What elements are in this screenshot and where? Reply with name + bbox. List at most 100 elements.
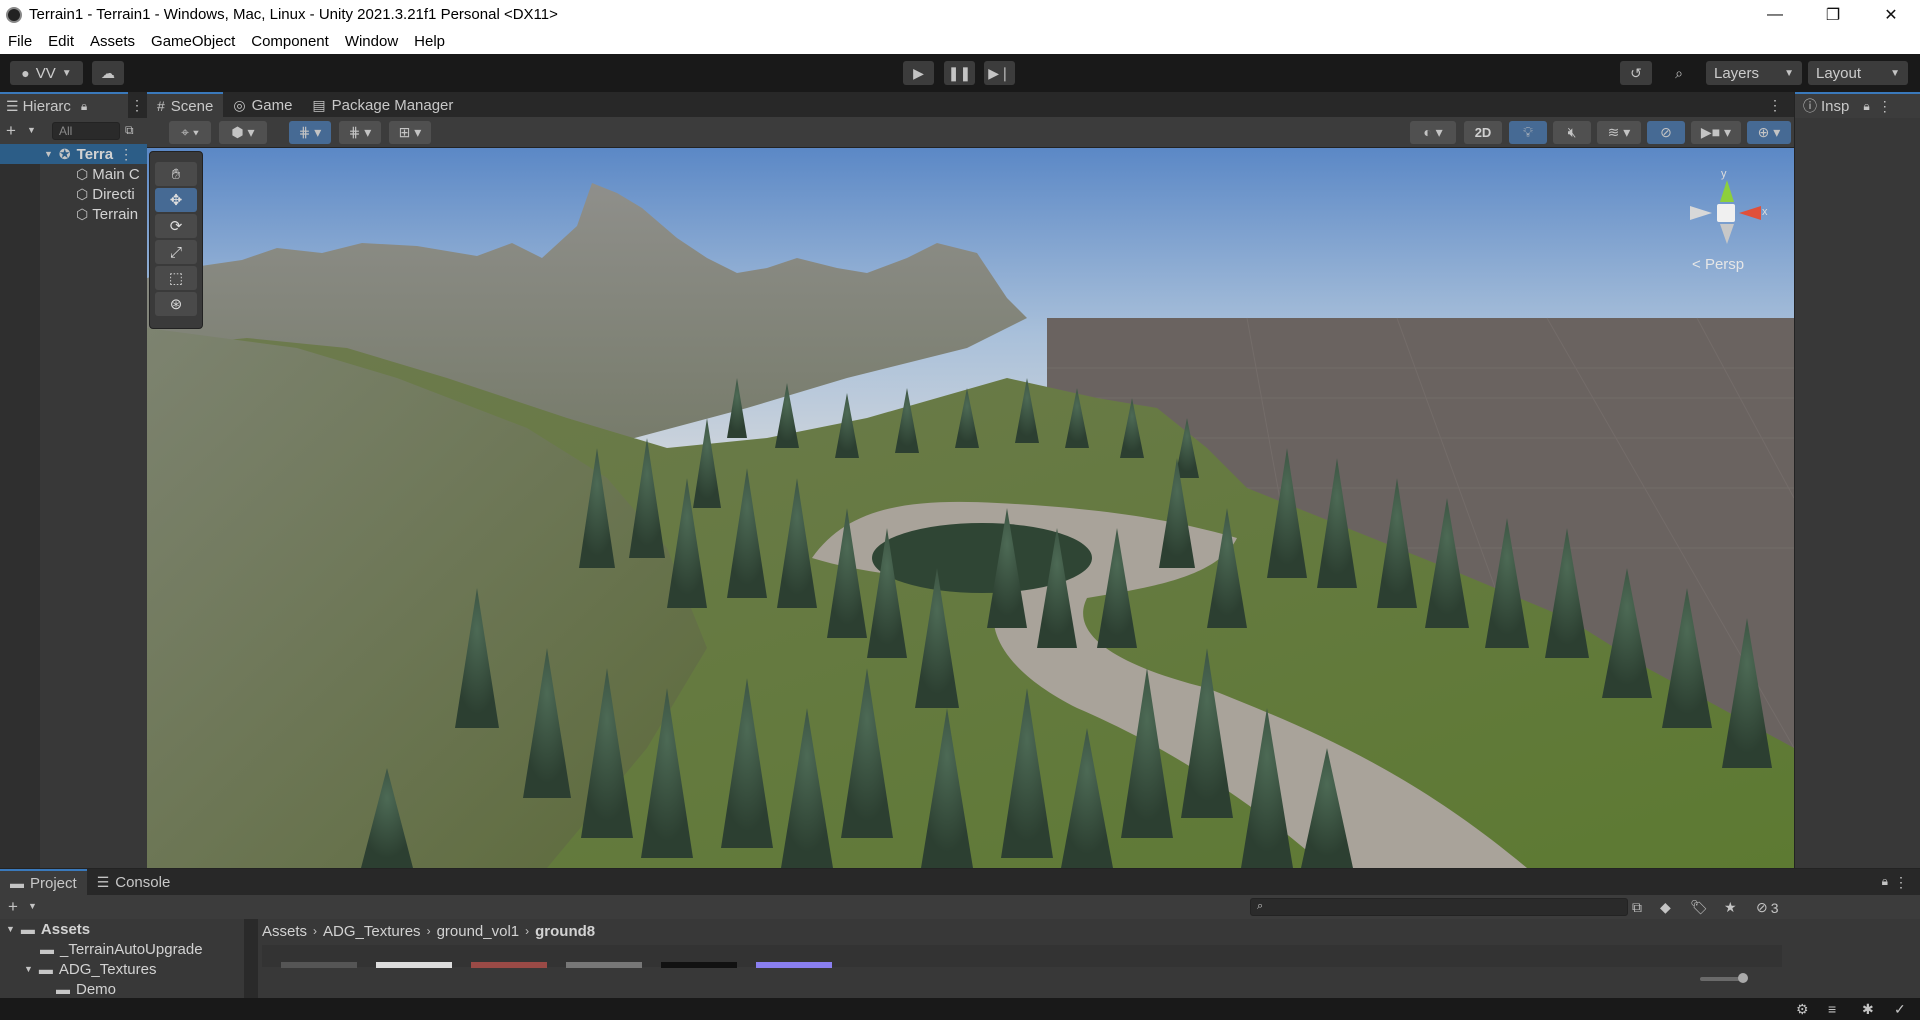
add-icon[interactable]: + xyxy=(6,121,16,141)
tree-item[interactable]: ▼ ▬ ADG_Textures xyxy=(24,959,156,979)
gizmo-center-cube-icon[interactable] xyxy=(1717,204,1735,222)
lock-icon[interactable]: 🔒︎ xyxy=(81,99,87,114)
gizmo-projection-label[interactable]: < Persp xyxy=(1692,256,1744,273)
more-options-icon[interactable]: ⋮ xyxy=(1894,874,1908,891)
asset-thumbnail[interactable] xyxy=(376,962,452,968)
auto-generate-lighting-icon[interactable]: ✱ xyxy=(1862,1001,1874,1018)
asset-thumbnail[interactable] xyxy=(661,962,737,968)
layout-dropdown[interactable]: Layout ▼ xyxy=(1808,61,1908,85)
play-button[interactable]: ▶ xyxy=(903,61,934,85)
breadcrumb-item[interactable]: Assets xyxy=(262,923,307,940)
check-icon[interactable]: ✓ xyxy=(1894,1001,1906,1018)
overlay-drag-handle[interactable] xyxy=(155,154,197,160)
maximize-button[interactable]: ❐ xyxy=(1804,0,1862,29)
camera-dropdown[interactable]: ▶■ ▾ xyxy=(1691,121,1741,144)
menu-component[interactable]: Component xyxy=(243,33,337,50)
minimize-button[interactable]: — xyxy=(1746,0,1804,29)
type-filter-icon[interactable]: ◆ xyxy=(1660,899,1671,916)
tab-hierarchy[interactable]: ☰ Hierarc 🔒︎ xyxy=(0,92,128,118)
account-dropdown[interactable]: ● VV ▼ xyxy=(10,61,83,85)
orientation-gizmo[interactable]: y x < Persp xyxy=(1682,166,1772,273)
hand-tool-button[interactable]: ✋︎ xyxy=(155,162,197,186)
tab-inspector[interactable]: ⓘ Insp 🔒︎ ⋮ xyxy=(1795,92,1920,118)
label-filter-icon[interactable]: 🏷︎ xyxy=(1690,899,1708,916)
effects-dropdown[interactable]: ≋ ▾ xyxy=(1597,121,1641,144)
hierarchy-search-input[interactable]: All xyxy=(52,122,120,140)
asset-thumbnail[interactable] xyxy=(566,962,642,968)
lock-icon[interactable]: 🔒︎ xyxy=(1882,874,1888,889)
close-button[interactable]: ✕ xyxy=(1862,0,1920,29)
menu-file[interactable]: File xyxy=(0,33,40,50)
chevron-down-icon[interactable]: ▼ xyxy=(27,125,36,135)
tab-package-manager[interactable]: ▤ Package Manager xyxy=(302,92,463,118)
scale-tool-button[interactable]: ⤢ xyxy=(155,240,197,264)
menu-edit[interactable]: Edit xyxy=(40,33,82,50)
search-filter-icon[interactable]: ⧉ xyxy=(1632,899,1642,916)
thumbnail-size-slider[interactable] xyxy=(1700,977,1740,981)
favorite-icon[interactable]: ★ xyxy=(1724,899,1737,916)
hidden-packages-icon[interactable]: ⊘ 3 xyxy=(1756,899,1779,916)
breadcrumb-item[interactable]: ADG_Textures xyxy=(323,923,421,940)
menu-assets[interactable]: Assets xyxy=(82,33,143,50)
tab-console[interactable]: ☰ Console xyxy=(87,869,181,895)
breadcrumb-item[interactable]: ground8 xyxy=(535,923,595,940)
tree-item[interactable]: ▬ _TerrainAutoUpgrade xyxy=(40,939,203,959)
more-options-icon[interactable]: ⋮ xyxy=(119,146,133,163)
menu-window[interactable]: Window xyxy=(337,33,406,50)
tree-item[interactable]: ▬ Demo xyxy=(56,979,116,999)
list-item[interactable]: ⬡ Terrain xyxy=(76,204,147,224)
tree-item[interactable]: ▼ ▬ Assets xyxy=(6,919,90,939)
lighting-toggle[interactable]: 💡︎ xyxy=(1509,121,1547,144)
tab-project[interactable]: ▬ Project xyxy=(0,869,87,895)
gizmo-neg-x-icon[interactable] xyxy=(1690,206,1712,220)
search-button[interactable]: ⌕ xyxy=(1664,61,1694,85)
gizmos-dropdown[interactable]: ⊕ ▾ xyxy=(1747,121,1791,144)
layers-dropdown[interactable]: Layers ▼ xyxy=(1706,61,1802,85)
gizmo-y-axis-icon[interactable] xyxy=(1720,180,1734,202)
cloud-button[interactable]: ☁ xyxy=(92,61,124,85)
slider-handle[interactable] xyxy=(1738,973,1748,983)
tree-scrollbar[interactable] xyxy=(244,919,258,999)
chevron-down-icon[interactable]: ▼ xyxy=(28,901,37,911)
filter-icon[interactable]: ⧉ xyxy=(125,123,134,138)
move-tool-button[interactable]: ✥ xyxy=(155,188,197,212)
bug-icon[interactable]: ⚙ xyxy=(1796,1001,1809,1018)
ruler-toggle[interactable]: ⊞ ▾ xyxy=(389,121,431,144)
breadcrumb-item[interactable]: ground_vol1 xyxy=(437,923,520,940)
more-options-icon[interactable]: ⋮ xyxy=(1878,98,1892,115)
project-tabbar: ▬ Project ☰ Console 🔒︎ ⋮ xyxy=(0,869,1920,895)
history-button[interactable]: ↺ xyxy=(1620,61,1652,85)
audio-toggle[interactable]: 🔇︎ xyxy=(1553,121,1591,144)
pause-button[interactable]: ❚❚ xyxy=(944,61,975,85)
render-mode-dropdown[interactable]: ◐ ▾ xyxy=(1410,121,1456,144)
scene-row[interactable]: ▼ ✪ Terra ⋮ xyxy=(0,144,147,164)
more-options-icon[interactable]: ⋮ xyxy=(130,97,144,114)
lock-icon[interactable]: 🔒︎ xyxy=(1863,99,1869,114)
rotate-tool-button[interactable]: ⟳ xyxy=(155,214,197,238)
menu-gameobject[interactable]: GameObject xyxy=(143,33,243,50)
hidden-objects-toggle[interactable]: ⊘ xyxy=(1647,121,1685,144)
2d-toggle[interactable]: 2D xyxy=(1464,121,1502,144)
scene-viewport[interactable]: y x < Persp xyxy=(147,148,1794,868)
tab-game[interactable]: ◎ Game xyxy=(223,92,302,118)
tab-scene[interactable]: # Scene xyxy=(147,92,224,118)
gizmo-x-axis-icon[interactable] xyxy=(1739,206,1761,220)
menu-help[interactable]: Help xyxy=(406,33,453,50)
asset-thumbnail[interactable] xyxy=(756,962,832,968)
more-options-icon[interactable]: ⋮ xyxy=(1768,97,1782,114)
rect-tool-button[interactable]: ⬚ xyxy=(155,266,197,290)
add-icon[interactable]: + xyxy=(8,897,18,917)
cache-server-icon[interactable]: ≡ xyxy=(1828,1001,1836,1017)
project-search-input[interactable]: ⌕ xyxy=(1250,898,1628,916)
step-button[interactable]: ▶❘ xyxy=(984,61,1015,85)
asset-thumbnail[interactable] xyxy=(471,962,547,968)
gizmo-neg-y-icon[interactable] xyxy=(1720,224,1734,244)
draw-mode-dropdown[interactable]: ⌖ ▾ xyxy=(169,121,211,144)
shading-dropdown[interactable]: ⬢ ▾ xyxy=(219,121,267,144)
grid-snap-toggle[interactable]: ⋕ ▾ xyxy=(289,121,331,144)
transform-tool-button[interactable]: ⊛ xyxy=(155,292,197,316)
asset-thumbnail[interactable] xyxy=(281,962,357,968)
list-item[interactable]: ⬡ Directi xyxy=(76,184,147,204)
increment-snap-toggle[interactable]: ⋕ ▾ xyxy=(339,121,381,144)
list-item[interactable]: ⬡ Main C xyxy=(76,164,147,184)
